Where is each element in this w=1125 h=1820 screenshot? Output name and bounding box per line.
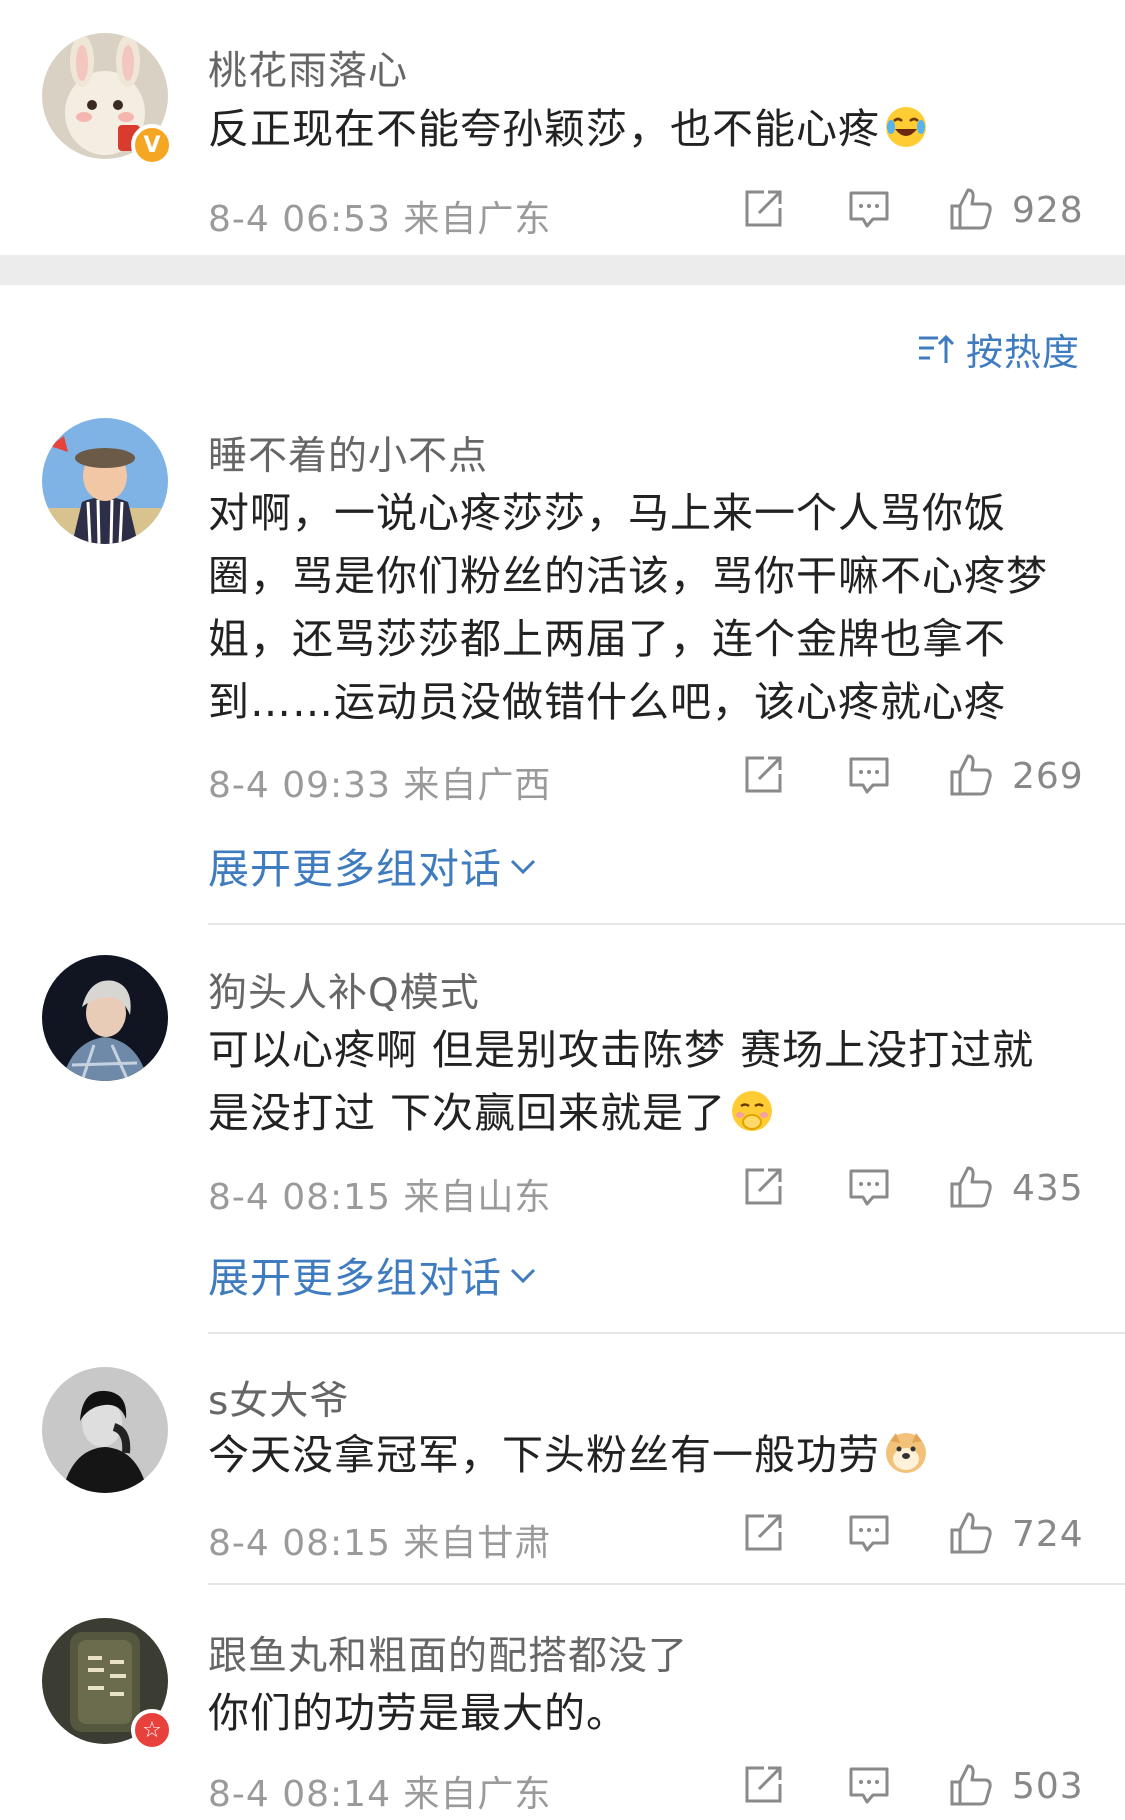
like-icon[interactable] xyxy=(948,1164,998,1214)
comment-actions: 269 xyxy=(738,752,1083,802)
avatar[interactable] xyxy=(42,1367,168,1493)
comment-icon[interactable] xyxy=(846,186,896,236)
comment-username[interactable]: s女大爷 xyxy=(208,1370,349,1426)
comment-meta: 8-4 08:15 来自甘肃 xyxy=(208,1523,552,1564)
comment-text: 你们的功劳是最大的。 xyxy=(208,1682,1088,1745)
sort-label: 按热度 xyxy=(966,331,1080,374)
like-icon[interactable] xyxy=(948,186,998,236)
like-count: 435 xyxy=(1012,1168,1084,1209)
comment-icon[interactable] xyxy=(846,1510,896,1560)
comment-text: 今天没拿冠军，下头粉丝有一般功劳 xyxy=(208,1424,1088,1487)
like-count: 928 xyxy=(1012,190,1084,231)
comment-icon[interactable] xyxy=(846,1164,896,1214)
comment-divider xyxy=(208,1332,1125,1334)
comment-divider xyxy=(208,1583,1125,1585)
comment-divider xyxy=(208,923,1125,925)
comment-icon[interactable] xyxy=(846,752,896,802)
comment-text: 可以心疼啊 但是别攻击陈梦 赛场上没打过就 是没打过 下次赢回来就是了 xyxy=(208,1019,1088,1145)
like-icon[interactable] xyxy=(948,1762,998,1812)
share-icon[interactable] xyxy=(740,186,790,236)
comment-username[interactable]: 狗头人补Q模式 xyxy=(208,962,480,1018)
doge-emoji-icon xyxy=(886,1433,926,1473)
comment-meta: 8-4 08:14 来自广东 xyxy=(208,1774,552,1815)
comment-username[interactable]: 桃花雨落心 xyxy=(208,40,408,96)
verified-badge-icon: V xyxy=(131,124,173,166)
expand-conversation-link[interactable]: 展开更多组对话 xyxy=(208,835,538,895)
star-badge-icon: ☆ xyxy=(131,1709,173,1751)
laughing-tears-emoji-icon xyxy=(886,107,926,147)
comment-meta: 8-4 06:53 来自广东 xyxy=(208,199,552,240)
share-icon[interactable] xyxy=(740,1762,790,1812)
section-divider xyxy=(0,255,1125,285)
share-icon[interactable] xyxy=(740,752,790,802)
share-icon[interactable] xyxy=(740,1164,790,1214)
comment-text-line: 可以心疼啊 但是别攻击陈梦 赛场上没打过就 xyxy=(208,1026,1035,1074)
like-icon[interactable] xyxy=(948,1510,998,1560)
shushing-face-emoji-icon xyxy=(732,1091,773,1131)
avatar[interactable] xyxy=(42,418,168,544)
comment-username[interactable]: 跟鱼丸和粗面的配搭都没了 xyxy=(208,1625,688,1681)
comment-text-content: 今天没拿冠军，下头粉丝有一般功劳 xyxy=(208,1431,880,1479)
comment-actions: 724 xyxy=(738,1510,1083,1560)
share-icon[interactable] xyxy=(740,1510,790,1560)
expand-label: 展开更多组对话 xyxy=(208,1254,502,1302)
comment-text-content: 你们的功劳是最大的。 xyxy=(208,1689,628,1737)
sort-button[interactable]: 按热度 xyxy=(916,322,1080,376)
expand-label: 展开更多组对话 xyxy=(208,845,502,893)
avatar[interactable] xyxy=(42,955,168,1081)
comment-username[interactable]: 睡不着的小不点 xyxy=(208,425,488,481)
comment-text-line: 姐，还骂莎莎都上两届了，连个金牌也拿不 xyxy=(208,615,1006,663)
comment-icon[interactable] xyxy=(846,1762,896,1812)
comment-actions: 503 xyxy=(738,1762,1083,1812)
comment-meta: 8-4 09:33 来自广西 xyxy=(208,765,552,806)
comment-text-content: 反正现在不能夸孙颖莎，也不能心疼 xyxy=(208,105,880,153)
comment-actions: 435 xyxy=(738,1164,1083,1214)
expand-conversation-link[interactable]: 展开更多组对话 xyxy=(208,1244,538,1304)
like-count: 269 xyxy=(1012,756,1084,797)
comment-meta: 8-4 08:15 来自山东 xyxy=(208,1177,552,1218)
comment-text: 反正现在不能夸孙颖莎，也不能心疼 xyxy=(208,98,1088,161)
comment-text-line: 到……运动员没做错什么吧，该心疼就心疼 xyxy=(208,678,1006,726)
comment-text-line: 对啊，一说心疼莎莎，马上来一个人骂你饭 xyxy=(208,489,1006,537)
like-count: 724 xyxy=(1012,1514,1084,1555)
sort-icon xyxy=(919,334,955,363)
like-icon[interactable] xyxy=(948,752,998,802)
like-count: 503 xyxy=(1012,1766,1084,1807)
comment-text-content: 是没打过 下次赢回来就是了 xyxy=(208,1089,727,1137)
comment-text-line: 是没打过 下次赢回来就是了 xyxy=(208,1082,1088,1145)
comment-text-line: 圈，骂是你们粉丝的活该，骂你干嘛不心疼梦 xyxy=(208,552,1048,600)
comment-actions: 928 xyxy=(738,186,1083,236)
comment-text: 对啊，一说心疼莎莎，马上来一个人骂你饭 圈，骂是你们粉丝的活该，骂你干嘛不心疼梦… xyxy=(208,482,1088,734)
chevron-down-icon xyxy=(510,1268,536,1284)
chevron-down-icon xyxy=(510,859,536,875)
